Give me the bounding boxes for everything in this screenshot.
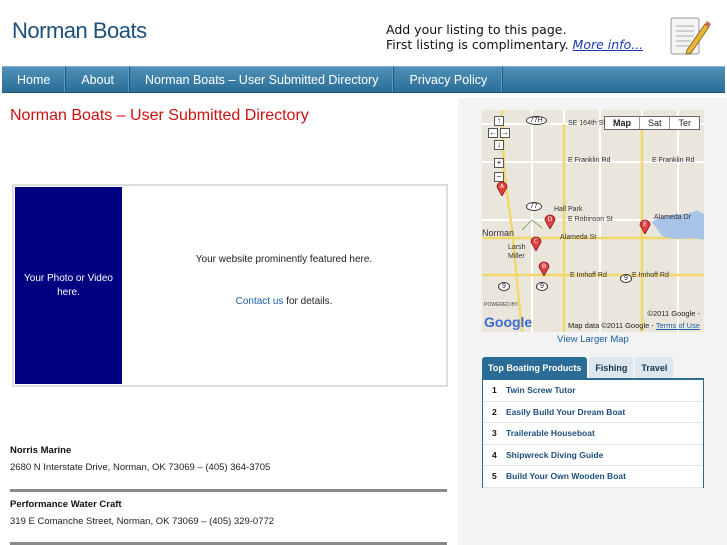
pan-right-icon[interactable]: → [500,128,510,138]
product-link[interactable]: Build Your Own Wooden Boat [506,471,626,481]
google-logo: Google [484,314,533,330]
map-marker-a-icon[interactable]: A [496,180,508,196]
tab-top-boating-products[interactable]: Top Boating Products [482,357,588,378]
list-item: 1 Twin Screw Tutor [483,380,703,402]
view-larger-map-link[interactable]: View Larger Map [482,334,704,345]
map-marker-e-icon[interactable]: E [639,218,651,234]
listing-item: Norris Marine 2680 N Interstate Drive, N… [10,445,446,473]
map-label: E Imhoff Rd [632,272,669,279]
map-marker-b-icon[interactable]: B [538,260,550,276]
list-item: 4 Shipwreck Diving Guide [483,445,703,466]
listing-name: Norris Marine [10,445,72,456]
map-data-credit: Map data ©2011 Google - Terms of Use [568,321,700,330]
map-label: E Robinson St [568,216,613,223]
contact-suffix: for details. [283,296,333,307]
product-link[interactable]: Easily Build Your Dream Boat [506,407,625,417]
zoom-in-icon[interactable]: + [494,158,504,168]
product-link[interactable]: Twin Screw Tutor [506,385,576,395]
product-rank: 2 [492,406,497,417]
highway-shield: 9 [536,282,548,291]
map-label: Larsh [508,244,526,251]
featured-contact: Contact us for details. [134,296,434,307]
product-link[interactable]: Trailerable Houseboat [506,428,595,438]
highway-shield: 77H [526,116,547,125]
map-label: Hall Park [554,206,583,213]
product-tabs: Top Boating Products Fishing Travel [482,357,675,378]
featured-listing-box: Your Photo or Video here. Your website p… [12,184,448,387]
product-rank: 3 [492,428,497,439]
featured-photo-placeholder: Your Photo or Video here. [15,187,122,384]
map-copyright: ©2011 Google - [647,309,700,318]
nav-privacy-policy[interactable]: Privacy Policy [394,67,504,92]
notepad-pencil-icon [670,17,711,55]
map-data-text: Map data ©2011 Google - [568,321,656,330]
product-rank: 1 [492,385,497,396]
product-list: 1 Twin Screw Tutor 2 Easily Build Your Dre… [482,378,704,488]
page-title: Norman Boats – User Submitted Directory [10,107,309,124]
map-label: E Franklin Rd [652,157,695,164]
tab-fishing[interactable]: Fishing [589,357,634,378]
listing-address: 2680 N Interstate Drive, Norman, OK 7306… [10,462,271,473]
map-tab-terrain[interactable]: Ter [670,117,699,129]
highway-shield: 9 [620,274,632,283]
listing-divider [10,489,447,492]
map-label: SE 164th St [568,120,606,127]
sidebar: Map Sat Ter ↑ ← → ↓ + − SE 164th St E Fr… [458,98,727,545]
map-marker-c-icon[interactable]: C [530,235,542,251]
list-item: 3 Trailerable Houseboat [483,423,703,445]
svg-text:E: E [643,221,647,228]
nav-about[interactable]: About [66,67,131,92]
map-label: Miller [508,253,525,260]
highway-shield: 77 [526,202,542,211]
listing-name: Performance Water Craft [10,499,122,510]
pan-down-icon[interactable]: ↓ [494,140,504,150]
map-label: E Franklin Rd [568,157,611,164]
nav-directory[interactable]: Norman Boats – User Submitted Directory [130,67,395,92]
map-label: Norman [482,228,515,238]
listing-address: 319 E Comanche Street, Norman, OK 73069 … [10,516,275,527]
highway-shield: 9 [498,282,510,291]
promo-line-2: First listing is complimentary. More inf… [386,37,643,52]
main-nav: Home About Norman Boats – User Submitted… [2,66,725,93]
list-item: 2 Easily Build Your Dream Boat [483,402,703,423]
terms-of-use-link[interactable]: Terms of Use [656,321,700,330]
tab-travel[interactable]: Travel [635,357,674,378]
product-link[interactable]: Shipwreck Diving Guide [506,450,603,460]
map-label: Alameda Dr [654,214,691,221]
svg-text:D: D [548,216,553,223]
svg-text:B: B [542,263,546,270]
more-info-link[interactable]: More info... [573,37,644,52]
pan-up-icon[interactable]: ↑ [494,116,504,126]
nav-home[interactable]: Home [2,67,67,92]
powered-by-label: POWERED BY [484,302,518,308]
site-header: Norman Boats Add your listing to this pa… [0,0,727,66]
main-content: Norman Boats – User Submitted Directory … [2,98,454,545]
map-type-tabs: Map Sat Ter [603,116,700,130]
listing-promo: Add your listing to this page. First lis… [386,22,643,52]
map-marker-d-icon[interactable]: D [544,213,556,229]
contact-us-link[interactable]: Contact us [236,296,284,307]
map-label: E Imhoff Rd [570,272,607,279]
site-title[interactable]: Norman Boats [12,18,147,44]
map-tab-map[interactable]: Map [605,117,640,129]
featured-text: Your website prominently featured here. [195,254,373,265]
svg-text:C: C [534,238,538,245]
map-tab-satellite[interactable]: Sat [640,117,671,129]
product-rank: 4 [492,449,497,460]
promo-line-2-text: First listing is complimentary. [386,37,569,52]
pan-left-icon[interactable]: ← [488,128,498,138]
google-map[interactable]: Map Sat Ter ↑ ← → ↓ + − SE 164th St E Fr… [482,110,704,332]
product-rank: 5 [492,471,497,482]
map-label: Alameda St [560,234,597,241]
list-item: 5 Build Your Own Wooden Boat [483,466,703,488]
listing-item: Performance Water Craft 319 E Comanche S… [10,499,446,527]
promo-line-1: Add your listing to this page. [386,22,567,37]
